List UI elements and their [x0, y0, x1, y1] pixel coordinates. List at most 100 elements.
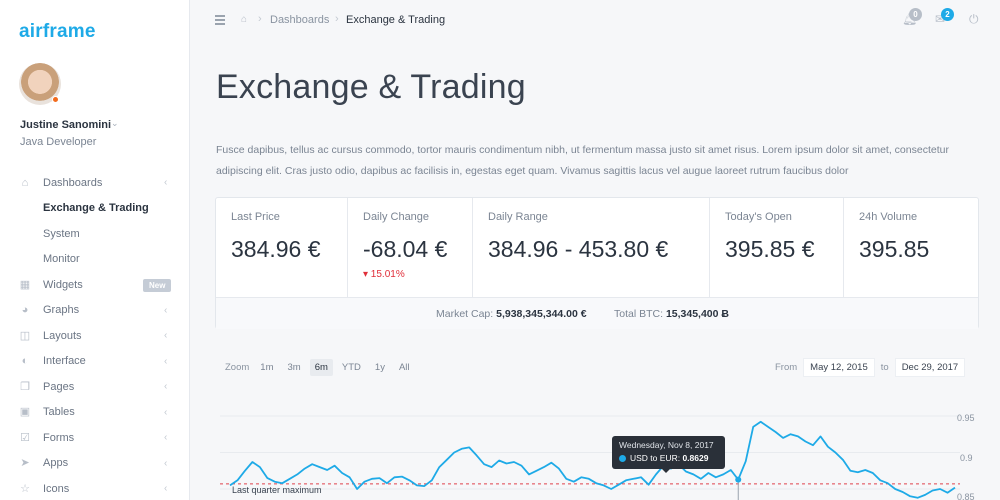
y-tick-label: 0.85 [957, 492, 975, 500]
stat-daily-range: Daily Range 384.96 - 453.80 € [473, 198, 710, 297]
breadcrumb-separator: › [258, 13, 262, 25]
sidebar-item-pages[interactable]: ❐ Pages ‹ [0, 374, 190, 400]
sidebar-item-label: Pages [43, 380, 75, 393]
sidebar-item-label: Layouts [43, 329, 82, 342]
series-dot-icon [619, 455, 626, 462]
total-btc-label: Total BTC: [614, 308, 664, 320]
sidebar-item-icons[interactable]: ☆ Icons ‹ [0, 476, 190, 500]
sidebar-item-label: Tables [43, 406, 75, 419]
sidebar-item-label: Apps [43, 457, 69, 470]
chevron-left-icon: ‹ [164, 457, 168, 469]
home-icon: ⌂ [21, 176, 29, 189]
hover-point [735, 476, 742, 483]
series-line-usd-to-eur [229, 420, 956, 499]
stat-delta: ▾ 15.01% [363, 269, 405, 280]
copy-icon: ❐ [20, 380, 30, 393]
sidebar: airframe Justine Sanomini ⌄ Java Develop… [0, 0, 190, 500]
sidebar-item-label: Exchange & Trading [43, 202, 149, 215]
total-btc-value: 15,345,400 Ƀ [665, 308, 729, 320]
sidebar-item-interface[interactable]: ◐ Interface ‹ [0, 349, 190, 375]
to-date-input[interactable]: Dec 29, 2017 [894, 357, 966, 377]
stat-value: -68.04 € [363, 236, 448, 262]
zoom-6m-button[interactable]: 6m [309, 358, 333, 376]
status-indicator [52, 96, 59, 103]
total-btc: Total BTC: 15,345,400 Ƀ [614, 308, 729, 320]
hamburger-icon[interactable] [215, 15, 225, 25]
zoom-3m-button[interactable]: 3m [283, 359, 306, 376]
user-name[interactable]: Justine Sanomini [20, 119, 111, 131]
sidebar-item-forms[interactable]: ☑ Forms ‹ [0, 425, 190, 451]
stat-todays-open: Today's Open 395.85 € [710, 198, 844, 297]
zoom-ytd-button[interactable]: YTD [337, 359, 366, 376]
sidebar-item-exchange-trading[interactable]: Exchange & Trading [0, 196, 190, 222]
sidebar-item-label: System [43, 227, 80, 240]
to-label: to [880, 361, 889, 373]
sidebar-item-dashboards[interactable]: ⌂ Dashboards ‹ [0, 170, 190, 196]
sidebar-nav: ⌂ Dashboards ‹ Exchange & Trading System Moni… [0, 170, 190, 500]
logo[interactable]: airframe [19, 21, 96, 43]
sidebar-item-layouts[interactable]: ◫ Layouts ‹ [0, 323, 190, 349]
new-badge: New [143, 279, 172, 292]
tooltip-series: USD to EUR: [630, 453, 681, 463]
sidebar-item-system[interactable]: System [0, 221, 190, 247]
stats-footer: Market Cap: 5,938,345,344.00 € Total BTC… [216, 297, 978, 329]
pie-chart-icon: ◕ [21, 304, 29, 317]
stat-value: 395.85 € [725, 236, 815, 262]
chevron-left-icon: ‹ [164, 177, 168, 189]
chevron-left-icon: ‹ [164, 483, 168, 495]
zoom-1y-button[interactable]: 1y [370, 359, 390, 376]
sidebar-item-monitor[interactable]: Monitor [0, 247, 190, 273]
tooltip-date: Wednesday, Nov 8, 2017 [619, 440, 714, 450]
stat-daily-change: Daily Change -68.04 € ▾ 15.01% [348, 198, 473, 297]
sidebar-item-apps[interactable]: ➤ Apps ‹ [0, 451, 190, 477]
tooltip-value: 0.8629 [682, 453, 709, 463]
check-square-icon: ☑ [20, 431, 30, 444]
chevron-left-icon: ‹ [164, 355, 168, 367]
stat-value: 395.85 [859, 236, 930, 262]
sidebar-item-label: Graphs [43, 304, 80, 317]
chevron-left-icon: ‹ [164, 330, 168, 342]
y-tick-label: 0.95 [957, 413, 975, 423]
chevron-down-icon[interactable]: ⌄ [111, 118, 119, 129]
pointer-icon: ➤ [20, 457, 30, 470]
topbar: ⌂ › Dashboards › Exchange & Trading 🔔︎ 0… [190, 0, 1000, 42]
sidebar-item-label: Icons [43, 482, 70, 495]
star-icon: ☆ [20, 482, 30, 495]
stat-label: Today's Open [725, 211, 792, 223]
zoom-label: Zoom [225, 361, 250, 373]
zoom-controls: Zoom 1m 3m 6m YTD 1y All [225, 357, 419, 377]
chevron-left-icon: ‹ [164, 432, 168, 444]
exchange-rate-chart[interactable] [220, 405, 1000, 500]
messages-badge: 2 [941, 8, 954, 21]
page-intro: Fusce dapibus, tellus ac cursus commodo,… [216, 144, 949, 177]
chevron-left-icon: ‹ [164, 304, 168, 316]
market-cap-value: 5,938,345,344.00 € [496, 308, 587, 320]
toggle-icon: ◐ [21, 355, 29, 368]
sidebar-item-label: Forms [43, 431, 75, 444]
breadcrumb-dashboards[interactable]: Dashboards [270, 14, 329, 26]
grid-icon: ▦ [19, 278, 31, 291]
date-range: From May 12, 2015 to Dec 29, 2017 [775, 357, 971, 377]
stats-panel: Last Price 384.96 € Daily Change -68.04 … [215, 197, 979, 329]
from-date-input[interactable]: May 12, 2015 [803, 357, 875, 377]
power-icon[interactable]: ⏻ [969, 12, 979, 27]
sidebar-item-label: Interface [43, 355, 86, 368]
market-cap-label: Market Cap: [436, 308, 494, 320]
sidebar-item-widgets[interactable]: ▦ Widgets New [0, 272, 190, 298]
stat-label: Daily Range [488, 211, 548, 223]
home-icon[interactable]: ⌂ [241, 14, 247, 25]
sidebar-item-label: Monitor [43, 253, 80, 266]
stat-label: 24h Volume [859, 211, 918, 223]
zoom-1m-button[interactable]: 1m [255, 359, 278, 376]
sidebar-item-label: Widgets [43, 278, 83, 291]
chart-tooltip: Wednesday, Nov 8, 2017 USD to EUR: 0.862… [612, 436, 725, 469]
layout-icon: ◫ [19, 329, 31, 342]
stat-24h-volume: 24h Volume 395.85 [844, 198, 978, 297]
chevron-left-icon: ‹ [164, 406, 168, 418]
tooltip-arrow [662, 469, 670, 473]
sidebar-item-tables[interactable]: ▣ Tables ‹ [0, 400, 190, 426]
plot-line-label: Last quarter maximum [232, 485, 322, 495]
market-cap: Market Cap: 5,938,345,344.00 € [436, 308, 587, 320]
zoom-all-button[interactable]: All [394, 359, 415, 376]
sidebar-item-graphs[interactable]: ◕ Graphs ‹ [0, 298, 190, 324]
